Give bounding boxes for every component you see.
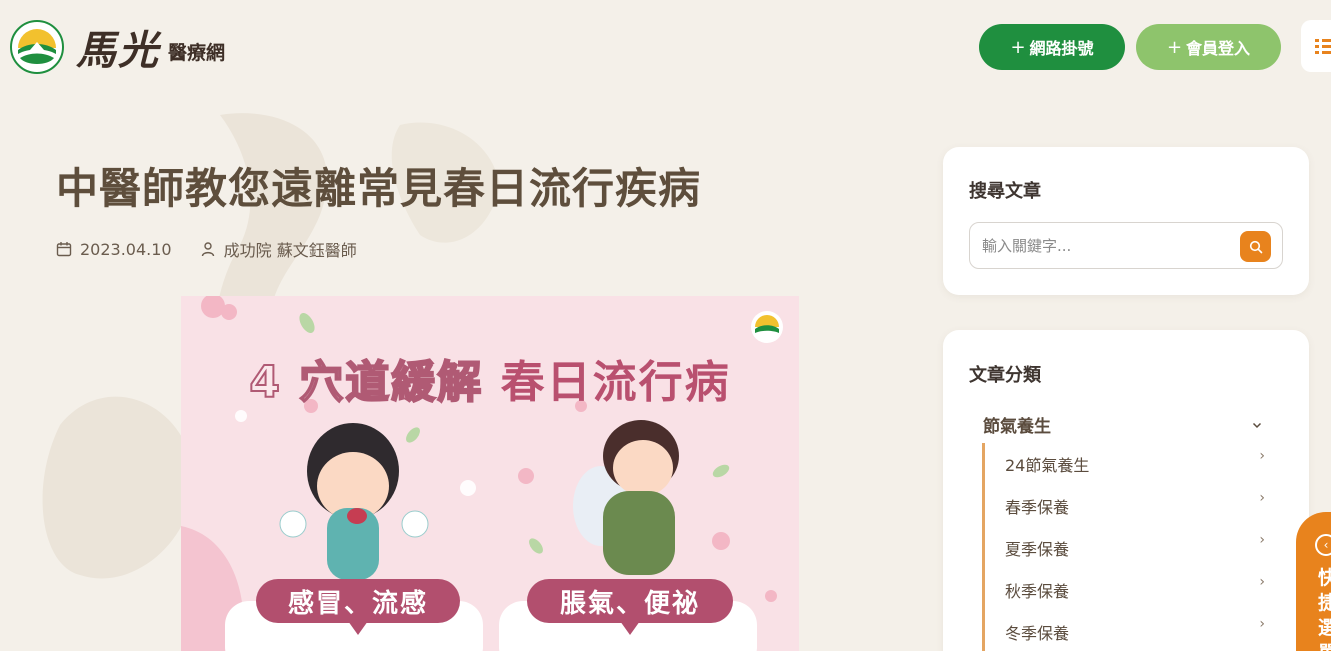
arrow-left-circle-icon: ‹ xyxy=(1315,534,1331,556)
subcategory-item[interactable]: 春季保養 › xyxy=(1005,490,1265,536)
subcategory-label: 春季保養 xyxy=(1005,498,1070,517)
subcategory-label: 夏季保養 xyxy=(1005,540,1070,559)
category-panel: 文章分類 節氣養生 24節氣養生 › 春季保養 › 夏季保養 › 秋季保養 › … xyxy=(943,330,1309,651)
site-header: 馬光 醫療網 + 網路掛號 + 會員登入 xyxy=(0,0,1331,96)
registration-label: 網路掛號 xyxy=(1029,39,1094,58)
site-logo[interactable]: 馬光 醫療網 xyxy=(10,18,225,76)
subcategory-item[interactable]: 冬季保養 › xyxy=(1005,616,1265,651)
date-text: 2023.04.10 xyxy=(80,239,172,259)
quick-menu-label: 快捷選單 xyxy=(1318,567,1331,651)
article-title: 中醫師教您遠離常見春日流行疾病 xyxy=(56,164,702,213)
search-box xyxy=(969,222,1283,269)
chevron-right-icon: › xyxy=(1259,574,1265,590)
article-date: 2023.04.10 xyxy=(56,240,172,259)
member-login-button[interactable]: + 會員登入 xyxy=(1136,24,1281,70)
chevron-right-icon: › xyxy=(1259,616,1265,632)
user-icon xyxy=(201,242,214,257)
search-panel-title: 搜尋文章 xyxy=(969,181,1041,202)
plus-icon: + xyxy=(1166,36,1183,58)
category-solar-terms[interactable]: 節氣養生 xyxy=(983,412,1263,437)
hero-title: 4 穴道緩解 春日流行病 xyxy=(181,346,799,410)
search-panel: 搜尋文章 xyxy=(943,147,1309,295)
subcategory-label: 秋季保養 xyxy=(1005,582,1070,601)
author-text: 成功院 蘇文鈺醫師 xyxy=(223,241,357,260)
hero-label-left: 感冒、流感 xyxy=(256,579,460,635)
subcategory-label: 24節氣養生 xyxy=(1005,456,1090,475)
article-hero-image: 4 穴道緩解 春日流行病 感冒、流感 脹氣、便祕 xyxy=(181,296,799,651)
menu-button[interactable] xyxy=(1301,20,1331,72)
quick-menu-tab[interactable]: ‹ 快捷選單 xyxy=(1296,512,1331,651)
subcategory-list: 24節氣養生 › 春季保養 › 夏季保養 › 秋季保養 › 冬季保養 › xyxy=(1005,448,1265,651)
chevron-down-icon xyxy=(1252,422,1262,428)
login-label: 會員登入 xyxy=(1186,39,1251,58)
subcategory-item[interactable]: 24節氣養生 › xyxy=(1005,448,1265,494)
category-panel-title: 文章分類 xyxy=(969,365,1041,386)
search-icon xyxy=(1249,240,1262,253)
logo-brand-text: 馬光 xyxy=(76,27,160,74)
hero-title-main: 春日流行病 xyxy=(500,357,731,408)
subcategory-item[interactable]: 夏季保養 › xyxy=(1005,532,1265,578)
search-button[interactable] xyxy=(1240,231,1271,262)
search-input[interactable] xyxy=(982,223,1232,268)
chevron-right-icon: › xyxy=(1259,490,1265,506)
online-registration-button[interactable]: + 網路掛號 xyxy=(979,24,1125,70)
article-author: 成功院 蘇文鈺醫師 xyxy=(200,237,357,261)
chevron-right-icon: › xyxy=(1259,532,1265,548)
chevron-right-icon: › xyxy=(1259,448,1265,464)
logo-sub-text: 醫療網 xyxy=(168,41,226,64)
calendar-icon xyxy=(56,242,72,257)
subcategory-label: 冬季保養 xyxy=(1005,624,1070,643)
hero-title-prefix: 4 穴道緩解 xyxy=(248,356,484,409)
category-indent-line xyxy=(982,443,985,651)
subcategory-item[interactable]: 秋季保養 › xyxy=(1005,574,1265,620)
menu-list-icon xyxy=(1315,39,1331,54)
plus-icon: + xyxy=(1010,36,1026,58)
hero-label-right: 脹氣、便祕 xyxy=(527,579,733,635)
article-meta: 2023.04.10 成功院 蘇文鈺醫師 xyxy=(56,237,357,261)
category-head-label: 節氣養生 xyxy=(983,417,1051,437)
logo-emblem-icon xyxy=(10,20,64,74)
